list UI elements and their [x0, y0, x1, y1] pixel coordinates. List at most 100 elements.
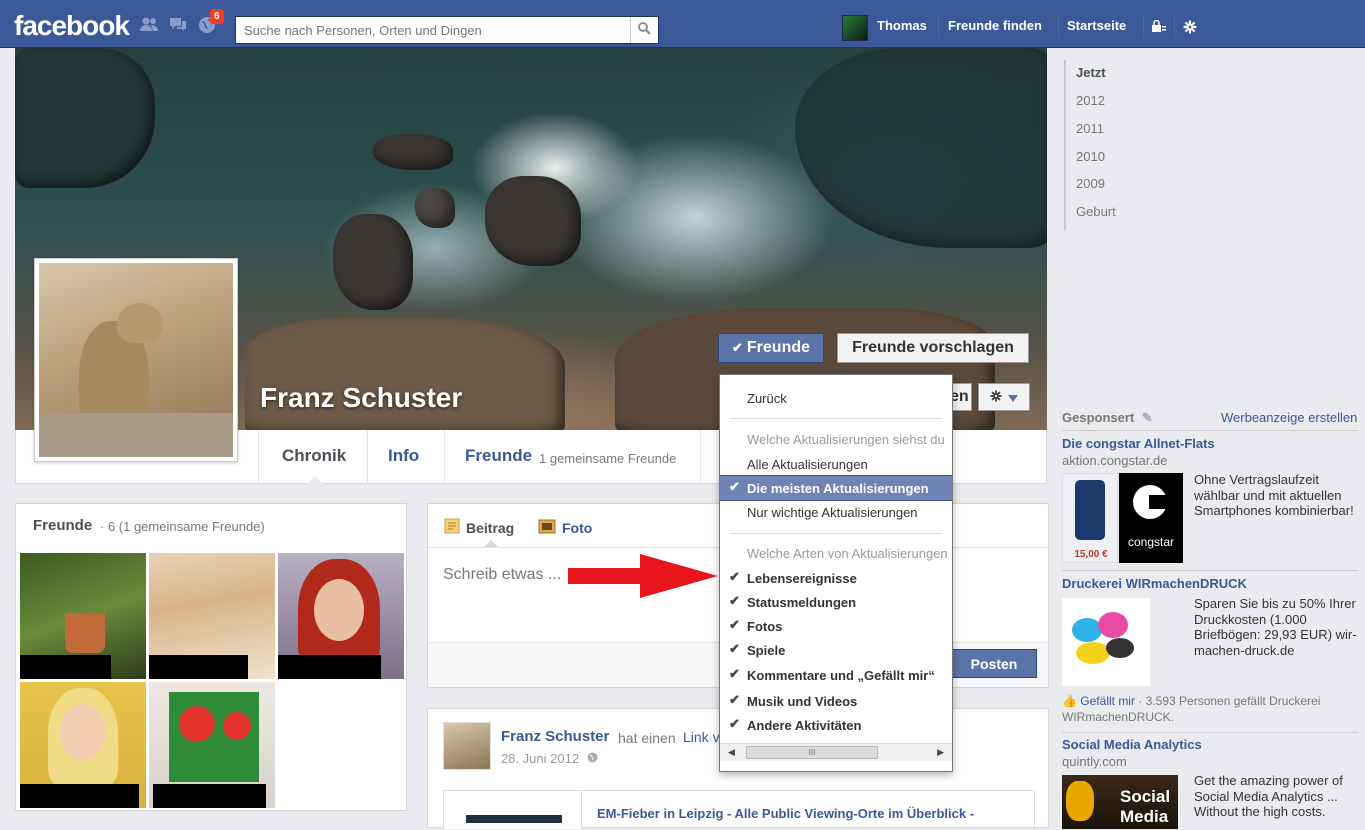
ad-title[interactable]: Druckerei WIRmachenDRUCK	[1062, 576, 1247, 591]
tab-divider	[367, 430, 368, 484]
timeline-year-link[interactable]: 2012	[1076, 93, 1105, 108]
ad-image-ink-drops[interactable]	[1062, 598, 1150, 686]
story-timestamp[interactable]: 28. Juni 2012	[501, 751, 598, 766]
menu-separator	[730, 533, 942, 534]
timeline-year-link[interactable]: Geburt	[1076, 204, 1116, 219]
user-avatar[interactable]	[842, 15, 868, 41]
menu-item-other[interactable]: ✔ Andere Aktivitäten	[720, 713, 952, 737]
edit-pencil-icon[interactable]: ✎	[1142, 410, 1153, 425]
ad-body: Sparen Sie bis zu 50% Ihrer Druckkosten …	[1194, 596, 1357, 658]
menu-item-all-updates[interactable]: Alle Aktualisierungen	[720, 452, 952, 476]
menu-item-life-events[interactable]: ✔ Lebensereignisse	[720, 566, 952, 590]
sponsored-label: Gesponsert	[1062, 410, 1135, 425]
checkmark-icon: ✔	[729, 666, 740, 681]
profile-picture[interactable]	[34, 258, 238, 462]
tab-freunde[interactable]: Freunde	[465, 440, 532, 484]
suggest-friends-button[interactable]: Freunde vorschlagen	[837, 333, 1029, 363]
nav-divider	[938, 16, 939, 38]
checkmark-icon: ✔	[731, 340, 743, 355]
ad-like-link[interactable]: Gefällt mir	[1080, 694, 1135, 708]
nav-divider	[1143, 16, 1144, 38]
tab-divider	[258, 430, 259, 484]
menu-item-photos[interactable]: ✔ Fotos	[720, 614, 952, 638]
menu-item-back[interactable]: Zurück	[720, 386, 952, 410]
story-author-avatar[interactable]	[443, 722, 491, 770]
ad-domain: aktion.congstar.de	[1062, 453, 1168, 468]
find-friends-link[interactable]: Freunde finden	[948, 18, 1042, 33]
nav-profile-link[interactable]: Thomas	[877, 18, 927, 33]
nav-divider	[1058, 16, 1059, 38]
friend-thumbnail[interactable]	[20, 553, 146, 679]
photo-icon	[538, 518, 556, 537]
shared-link-title[interactable]: EM-Fieber in Leipzig - Alle Public Viewi…	[597, 806, 974, 821]
menu-item-life-events-label: Lebensereignisse	[747, 570, 857, 586]
nav-divider	[1174, 16, 1175, 38]
story-link[interactable]: Link v	[683, 729, 720, 745]
post-button[interactable]: Posten	[951, 649, 1037, 678]
sponsored-heading: Gesponsert ✎	[1062, 410, 1153, 426]
checkmark-icon: ✔	[729, 692, 740, 707]
timeline-year-nav: Jetzt 2012 2011 2010 2009 Geburt	[1064, 60, 1204, 230]
tab-divider	[444, 430, 445, 484]
thumbs-up-icon: 👍	[1062, 694, 1077, 708]
composer-tab-photo[interactable]: Foto	[538, 518, 592, 537]
friend-requests-icon[interactable]	[138, 16, 160, 34]
ad-price: 15,00 €	[1074, 549, 1108, 560]
checkmark-icon: ✔	[729, 716, 740, 731]
menu-item-most-updates[interactable]: ✔ Die meisten Aktualisierungen	[720, 475, 952, 501]
ad-domain: quintly.com	[1062, 754, 1127, 769]
scrollbar-thumb[interactable]: III	[746, 746, 878, 759]
ad-title[interactable]: Die congstar Allnet-Flats	[1062, 436, 1215, 451]
ad-title[interactable]: Social Media Analytics	[1062, 737, 1202, 752]
menu-item-comments-likes[interactable]: ✔ Kommentare und „Gefällt mir“	[720, 663, 952, 687]
friends-updates-menu: Zurück Welche Aktualisierungen siehst du…	[719, 374, 953, 772]
home-link[interactable]: Startseite	[1067, 18, 1126, 33]
timeline-year-link[interactable]: Jetzt	[1076, 65, 1106, 80]
shared-link-thumbnail[interactable]	[444, 791, 582, 829]
post-icon	[444, 518, 460, 537]
timeline-year-link[interactable]: 2009	[1076, 176, 1105, 191]
menu-item-games[interactable]: ✔ Spiele	[720, 638, 952, 662]
menu-item-most-updates-label: Die meisten Aktualisierungen	[747, 480, 929, 496]
friends-button-label: Freunde	[746, 339, 811, 356]
messages-icon[interactable]	[167, 16, 189, 34]
friend-thumbnail[interactable]	[149, 682, 275, 808]
profile-options-button[interactable]	[978, 383, 1030, 411]
ad-image-phone[interactable]: 15,00 €	[1062, 473, 1118, 563]
friend-thumbnail[interactable]	[149, 553, 275, 679]
checkmark-icon: ✔	[729, 593, 740, 608]
profile-name: Franz Schuster	[260, 382, 463, 413]
story-date-text: 28. Juni 2012	[501, 751, 580, 766]
friends-status-button[interactable]: ✔ Freunde	[718, 333, 824, 363]
scroll-right-arrow-icon[interactable]: ▶	[937, 747, 944, 758]
composer-input[interactable]: Schreib etwas ...	[443, 566, 561, 584]
menu-item-photos-label: Fotos	[747, 618, 783, 634]
checkmark-icon: ✔	[729, 641, 740, 656]
search-button[interactable]	[630, 17, 658, 43]
ad-image-brand-logo[interactable]: congstar	[1119, 473, 1183, 563]
friend-thumbnail[interactable]	[20, 682, 146, 808]
tab-info[interactable]: Info	[388, 440, 419, 484]
settings-gear-icon[interactable]	[1183, 20, 1197, 37]
composer-tab-post[interactable]: Beitrag	[444, 518, 514, 537]
menu-item-status[interactable]: ✔ Statusmeldungen	[720, 590, 952, 614]
facebook-logo[interactable]: facebook	[14, 10, 130, 42]
story-author-link[interactable]: Franz Schuster	[501, 728, 609, 745]
friends-box-title[interactable]: Freunde	[33, 517, 92, 534]
friend-thumbnail[interactable]	[278, 553, 404, 679]
scroll-left-arrow-icon[interactable]: ◀	[728, 747, 735, 758]
checkmark-icon: ✔	[729, 569, 740, 584]
menu-item-music-videos[interactable]: ✔ Musik und Videos	[720, 689, 952, 713]
public-globe-icon	[587, 751, 598, 766]
menu-item-status-label: Statusmeldungen	[747, 594, 857, 610]
privacy-shortcuts-icon[interactable]	[1151, 19, 1167, 37]
tab-freunde-subtext: 1 gemeinsame Freunde	[539, 451, 677, 466]
ad-image-text: Social Media	[1120, 787, 1171, 826]
timeline-year-link[interactable]: 2011	[1076, 121, 1104, 136]
create-ad-link[interactable]: Werbeanzeige erstellen	[1221, 410, 1357, 425]
timeline-year-link[interactable]: 2010	[1076, 149, 1105, 164]
ad-image-social-media[interactable]: Social Media	[1062, 775, 1178, 829]
search-input[interactable]	[236, 17, 630, 43]
horizontal-scrollbar[interactable]: ◀ III ▶	[720, 743, 952, 761]
menu-item-important-updates[interactable]: Nur wichtige Aktualisierungen	[720, 500, 952, 524]
